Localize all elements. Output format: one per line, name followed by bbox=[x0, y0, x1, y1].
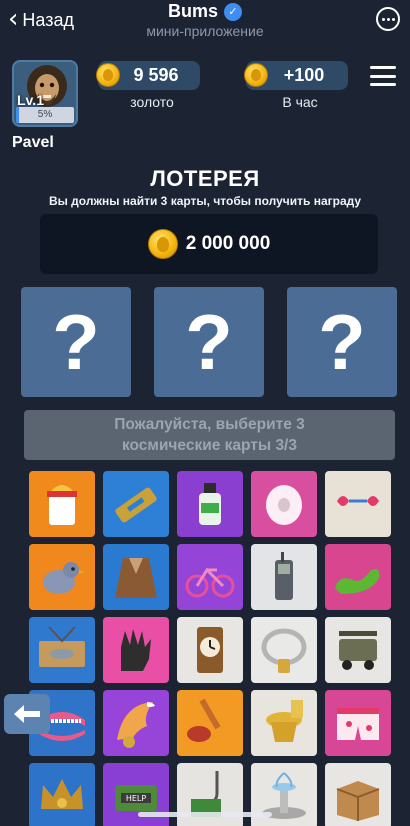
top-bar: ‹ Назад Bums ✓ мини-приложение bbox=[0, 0, 410, 44]
mystery-card-1[interactable]: ? bbox=[21, 287, 131, 397]
per-hour-caption: В час bbox=[282, 94, 318, 110]
more-options-button[interactable] bbox=[376, 7, 400, 31]
shoe-icon bbox=[335, 569, 380, 594]
item-card[interactable] bbox=[177, 690, 243, 756]
app-subtitle: мини-приложение bbox=[146, 23, 264, 39]
item-card[interactable] bbox=[103, 690, 169, 756]
item-card[interactable] bbox=[103, 471, 169, 537]
clock-icon bbox=[197, 627, 223, 673]
app-name-row: Bums ✓ bbox=[168, 1, 242, 22]
item-card[interactable] bbox=[251, 471, 317, 537]
menu-line bbox=[370, 66, 396, 69]
heart-glasses-icon bbox=[337, 496, 379, 506]
question-mark: ? bbox=[318, 298, 366, 386]
chain-icon bbox=[261, 628, 307, 673]
question-mark: ? bbox=[185, 298, 233, 386]
mystery-card-2[interactable]: ? bbox=[154, 287, 264, 397]
glove-icon bbox=[121, 629, 151, 671]
prize-amount: 2 000 000 bbox=[185, 233, 271, 254]
bicycle-icon bbox=[185, 567, 235, 598]
item-card[interactable] bbox=[177, 471, 243, 537]
golf-cart-icon bbox=[339, 631, 377, 670]
item-card[interactable] bbox=[177, 617, 243, 683]
item-card[interactable] bbox=[251, 690, 317, 756]
app-name: Bums bbox=[167, 1, 218, 21]
coin-icon bbox=[96, 63, 120, 87]
item-card[interactable] bbox=[325, 617, 391, 683]
username: Pavel bbox=[12, 134, 54, 151]
item-card[interactable] bbox=[251, 617, 317, 683]
confirm-line-2: космические карты 3/3 bbox=[121, 437, 297, 454]
income-per-hour: +100 bbox=[244, 61, 348, 90]
coin-icon bbox=[244, 63, 268, 87]
gold-caption: золото bbox=[130, 94, 174, 110]
confirm-line-1: Пожалуйста, выберите 3 bbox=[114, 416, 305, 433]
mystery-card-3[interactable]: ? bbox=[287, 287, 397, 397]
svg-text:HELP: HELP bbox=[126, 794, 147, 803]
fur-coat-icon bbox=[115, 558, 157, 598]
gold-balance: 9 596 bbox=[96, 61, 200, 90]
level-progress-text: 5% bbox=[37, 109, 53, 120]
cardboard-box-icon bbox=[336, 781, 380, 821]
toilet-paper-icon bbox=[266, 485, 302, 525]
side-back-button[interactable] bbox=[4, 694, 50, 734]
item-card[interactable] bbox=[103, 617, 169, 683]
lottery-subtitle: Вы должны найти 3 карты, чтобы получить … bbox=[48, 194, 362, 208]
glue-bottle-icon bbox=[199, 483, 221, 525]
menu-line bbox=[370, 74, 396, 78]
prize-box: 2 000 000 bbox=[40, 214, 378, 274]
level-label: Lv.1 bbox=[17, 92, 44, 108]
dot-icon bbox=[381, 17, 385, 21]
lottery-title: ЛОТЕРЕЯ bbox=[150, 166, 260, 191]
boxers-icon bbox=[337, 708, 379, 740]
item-card[interactable] bbox=[325, 471, 391, 537]
avatar[interactable]: Lv.1 5% bbox=[12, 60, 78, 127]
item-card[interactable] bbox=[251, 544, 317, 610]
verified-icon: ✓ bbox=[224, 2, 242, 21]
item-card[interactable] bbox=[29, 763, 95, 826]
noodle-cup-icon bbox=[47, 485, 77, 525]
razor-blade-icon bbox=[115, 487, 157, 523]
question-mark: ? bbox=[52, 298, 100, 386]
crown-icon bbox=[41, 779, 83, 809]
confirm-button[interactable]: Пожалуйста, выберите 3 космические карты… bbox=[24, 410, 395, 460]
golden-toilet-icon bbox=[266, 700, 303, 742]
coin-icon bbox=[147, 229, 178, 259]
item-card[interactable] bbox=[29, 544, 95, 610]
dot-icon bbox=[391, 17, 395, 21]
item-card[interactable] bbox=[325, 544, 391, 610]
toilet-brush-icon bbox=[187, 698, 221, 742]
pigeon-icon bbox=[43, 562, 85, 594]
level-progress-bar: 5% bbox=[16, 107, 74, 123]
cell-phone-icon bbox=[275, 552, 293, 600]
home-indicator bbox=[138, 812, 272, 817]
hamburger-menu-button[interactable] bbox=[370, 66, 396, 86]
menu-line bbox=[370, 83, 396, 86]
item-card[interactable] bbox=[325, 763, 391, 826]
item-card[interactable] bbox=[29, 617, 95, 683]
item-card[interactable] bbox=[29, 471, 95, 537]
item-card[interactable] bbox=[177, 544, 243, 610]
arrow-left-icon bbox=[14, 705, 40, 723]
fox-tail-icon bbox=[117, 702, 155, 748]
app-title: Bums ✓ мини-приложение bbox=[0, 0, 410, 39]
fish-sign-icon bbox=[39, 626, 85, 667]
item-card[interactable] bbox=[325, 690, 391, 756]
item-card[interactable] bbox=[103, 544, 169, 610]
dot-icon bbox=[386, 17, 390, 21]
